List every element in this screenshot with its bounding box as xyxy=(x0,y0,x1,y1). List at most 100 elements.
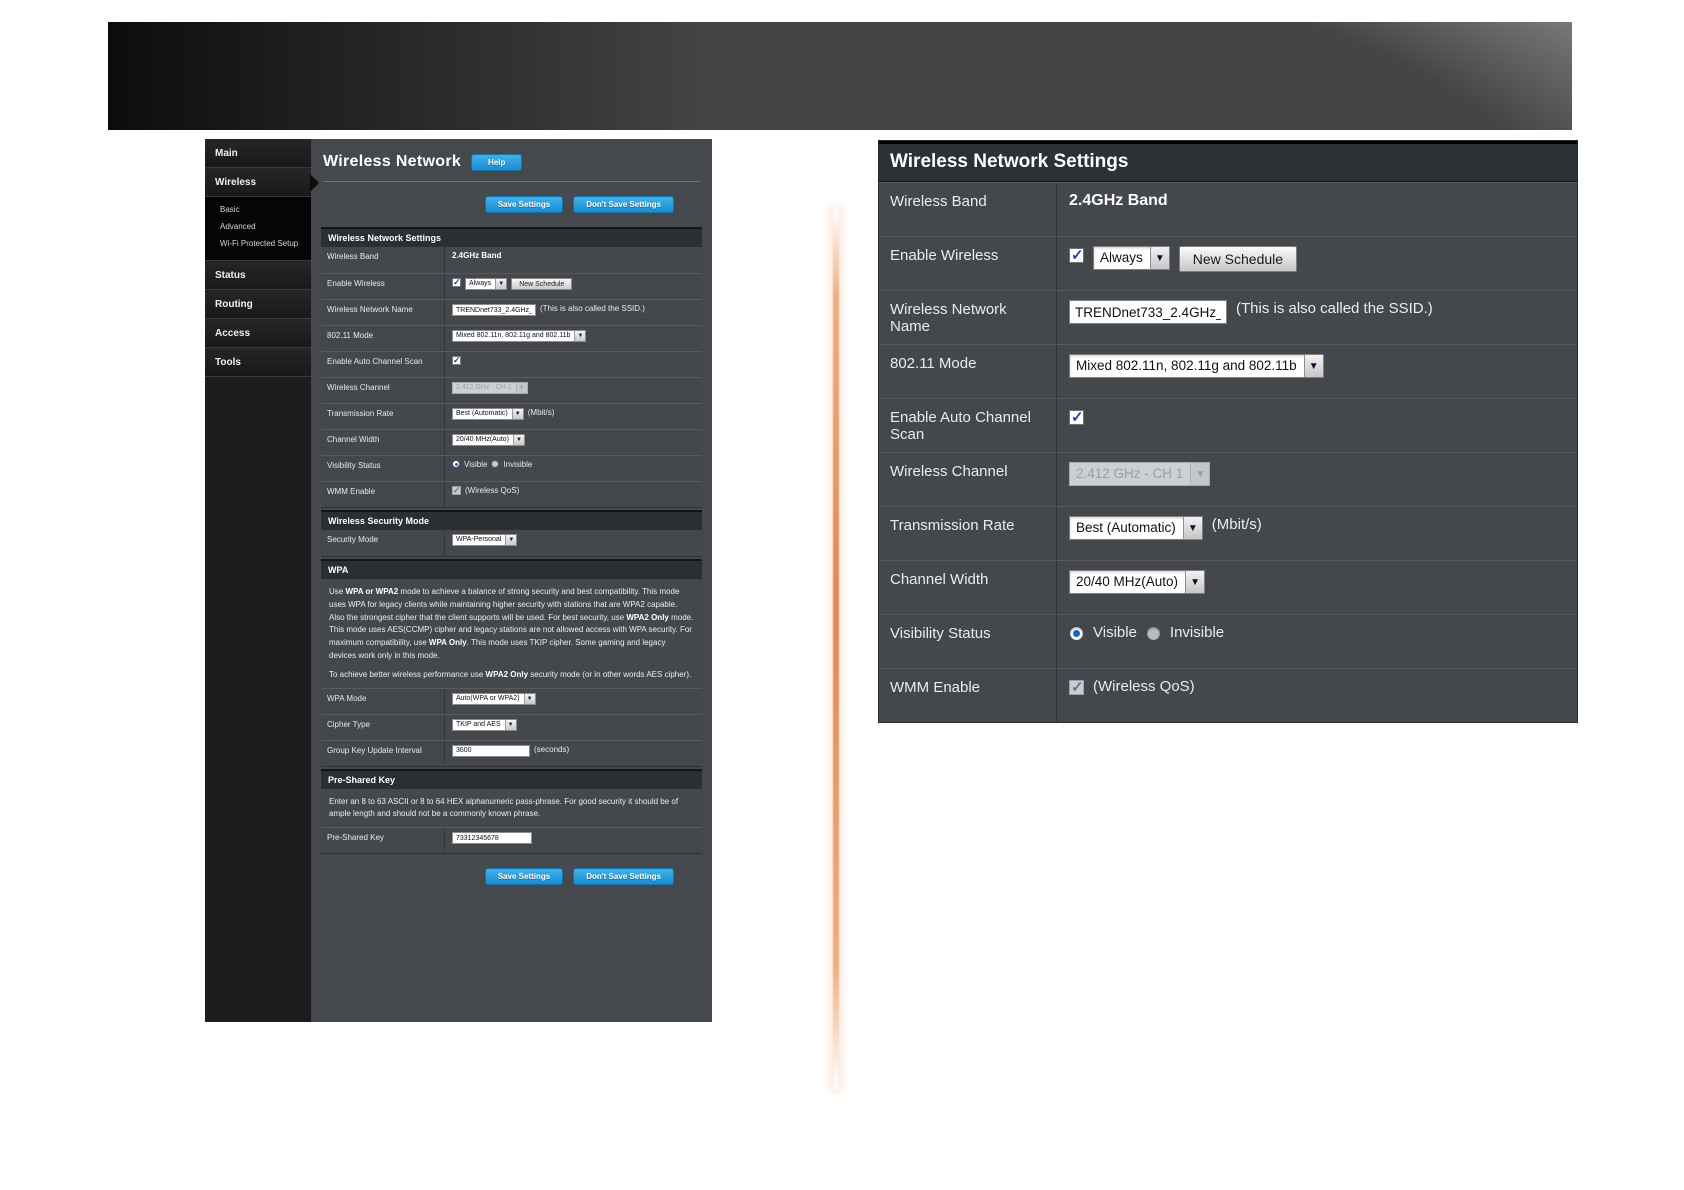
security-mode-row: Security Mode WPA-Personal ▼ xyxy=(321,530,702,556)
80211-mode-dropdown[interactable]: Mixed 802.11n, 802.11g and 802.11b ▼ xyxy=(452,330,587,342)
wireless-channel-dropdown: 2.412 GHz - CH 1 ▼ xyxy=(1069,462,1211,486)
sidebar-item-wifi-protected-setup[interactable]: Wi-Fi Protected Setup xyxy=(205,235,311,252)
group-key-unit: (seconds) xyxy=(534,744,570,754)
transmission-rate-dropdown[interactable]: Best (Automatic) ▼ xyxy=(1069,516,1203,540)
dont-save-settings-button-top[interactable]: Don't Save Settings xyxy=(573,196,674,213)
sidebar-item-status[interactable]: Status xyxy=(205,261,311,290)
wpa-mode-row: WPA Mode Auto(WPA or WPA2) ▼ xyxy=(321,687,702,714)
enable-wireless-checkbox[interactable] xyxy=(452,277,461,288)
wmm-enable-checkbox[interactable] xyxy=(452,485,461,496)
dropdown-arrow-icon: ▼ xyxy=(512,435,524,445)
ssid-input[interactable] xyxy=(1069,300,1227,324)
sidebar: Main Wireless Basic Advanced Wi-Fi Prote… xyxy=(205,139,319,1022)
group-key-row: Group Key Update Interval (seconds) xyxy=(321,739,702,766)
wireless-band-value: 2.4GHz Band xyxy=(1069,192,1168,209)
visibility-status-row: Visibility Status Visible Invisible xyxy=(321,455,702,481)
zoom-panel-header: Wireless Network Settings xyxy=(879,141,1577,182)
section-header-psk: Pre-Shared Key xyxy=(321,768,702,789)
new-schedule-button[interactable]: New Schedule xyxy=(1178,246,1298,272)
brand-banner xyxy=(108,22,1572,130)
wireless-channel-row: Wireless Channel 2.412 GHz - CH 1 ▼ xyxy=(879,452,1577,506)
dont-save-settings-button-bottom[interactable]: Don't Save Settings xyxy=(573,868,674,886)
auto-channel-scan-row: Enable Auto Channel Scan xyxy=(321,351,702,377)
page: Main Wireless Basic Advanced Wi-Fi Prote… xyxy=(0,0,1684,1190)
wmm-enable-checkbox[interactable] xyxy=(1069,678,1084,696)
wmm-enable-row: WMM Enable (Wireless QoS) xyxy=(321,481,702,507)
dropdown-arrow-icon: ▼ xyxy=(1190,463,1210,485)
visible-radio[interactable] xyxy=(452,460,460,468)
transmission-rate-row: Transmission Rate Best (Automatic) ▼ (Mb… xyxy=(879,506,1577,560)
section-header-network-settings: Wireless Network Settings xyxy=(321,227,702,247)
sidebar-item-basic[interactable]: Basic xyxy=(205,201,311,218)
sidebar-item-tools[interactable]: Tools xyxy=(205,348,311,377)
psk-description: Enter an 8 to 63 ASCII or 8 to 64 HEX al… xyxy=(329,796,679,819)
rate-unit: (Mbit/s) xyxy=(1211,516,1262,533)
psk-input[interactable] xyxy=(452,832,532,845)
wmm-note: (Wireless QoS) xyxy=(1093,678,1195,695)
save-settings-button-bottom[interactable]: Save Settings xyxy=(484,868,564,886)
group-key-input[interactable] xyxy=(452,744,530,757)
sidebar-item-wireless[interactable]: Wireless xyxy=(205,168,319,197)
ssid-input[interactable] xyxy=(452,304,536,316)
enable-wireless-row: Enable Wireless Always ▼ New Schedule xyxy=(321,273,702,299)
cipher-type-row: Cipher Type TKIP and AES ▼ xyxy=(321,713,702,740)
dropdown-arrow-icon: ▼ xyxy=(523,693,535,704)
dropdown-arrow-icon: ▼ xyxy=(1149,247,1169,269)
new-schedule-button[interactable]: New Schedule xyxy=(511,278,573,290)
visibility-status-row: Visibility Status Visible Invisible xyxy=(879,614,1577,668)
psk-row: Pre-Shared Key xyxy=(321,827,702,854)
network-name-row: Wireless Network Name (This is also call… xyxy=(321,299,702,325)
schedule-dropdown[interactable]: Always ▼ xyxy=(1093,246,1170,270)
80211-mode-row: 802.11 Mode Mixed 802.11n, 802.11g and 8… xyxy=(321,325,702,351)
wireless-channel-row: Wireless Channel 2.412 GHz - CH 1 ▼ xyxy=(321,377,702,403)
sidebar-item-advanced[interactable]: Advanced xyxy=(205,218,311,235)
title-divider xyxy=(323,181,700,182)
channel-width-dropdown[interactable]: 20/40 MHz(Auto) ▼ xyxy=(452,434,525,446)
dropdown-arrow-icon: ▼ xyxy=(574,331,586,341)
wmm-enable-row: WMM Enable (Wireless QoS) xyxy=(879,668,1577,722)
sidebar-item-main[interactable]: Main xyxy=(205,139,311,168)
wireless-band-value: 2.4GHz Band xyxy=(452,251,502,260)
psk-table: Enter an 8 to 63 ASCII or 8 to 64 HEX al… xyxy=(321,788,702,855)
sidebar-item-routing[interactable]: Routing xyxy=(205,290,311,319)
auto-channel-scan-checkbox[interactable] xyxy=(452,355,461,366)
wpa-performance-note: To achieve better wireless performance u… xyxy=(329,669,692,679)
security-mode-table: Security Mode WPA-Personal ▼ xyxy=(321,530,702,557)
channel-width-row: Channel Width 20/40 MHz(Auto) ▼ xyxy=(879,560,1577,614)
zoomed-settings-panel: Wireless Network Settings Wireless Band … xyxy=(878,140,1578,723)
wpa-table: Use WPA or WPA2 mode to achieve a balanc… xyxy=(321,579,702,767)
sidebar-wireless-submenu: Basic Advanced Wi-Fi Protected Setup xyxy=(205,197,311,261)
wmm-note: (Wireless QoS) xyxy=(465,486,520,495)
page-title: Wireless Network xyxy=(323,153,462,170)
wpa-description: Use WPA or WPA2 mode to achieve a balanc… xyxy=(329,587,694,660)
80211-mode-row: 802.11 Mode Mixed 802.11n, 802.11g and 8… xyxy=(879,344,1577,398)
enable-wireless-checkbox[interactable] xyxy=(1069,246,1084,264)
help-button[interactable]: Help xyxy=(471,153,523,171)
dropdown-arrow-icon: ▼ xyxy=(505,535,517,545)
transmission-rate-dropdown[interactable]: Best (Automatic) ▼ xyxy=(452,408,524,420)
enable-wireless-row: Enable Wireless Always ▼ New Schedule xyxy=(879,236,1577,290)
invisible-radio[interactable] xyxy=(1145,626,1161,641)
sidebar-item-access[interactable]: Access xyxy=(205,319,311,348)
80211-mode-dropdown[interactable]: Mixed 802.11n, 802.11g and 802.11b ▼ xyxy=(1069,354,1324,378)
dropdown-arrow-icon: ▼ xyxy=(511,409,523,419)
wireless-channel-dropdown: 2.412 GHz - CH 1 ▼ xyxy=(452,382,528,394)
wpa-mode-dropdown[interactable]: Auto(WPA or WPA2) ▼ xyxy=(452,692,536,705)
router-admin-window: Main Wireless Basic Advanced Wi-Fi Prote… xyxy=(205,139,712,1022)
auto-channel-scan-row: Enable Auto Channel Scan xyxy=(879,398,1577,452)
channel-width-dropdown[interactable]: 20/40 MHz(Auto) ▼ xyxy=(1069,570,1206,594)
transmission-rate-row: Transmission Rate Best (Automatic) ▼ (Mb… xyxy=(321,403,702,429)
save-settings-button-top[interactable]: Save Settings xyxy=(484,196,564,213)
visible-radio[interactable] xyxy=(1069,626,1084,641)
security-mode-dropdown[interactable]: WPA-Personal ▼ xyxy=(452,534,518,546)
section-header-security-mode: Wireless Security Mode xyxy=(321,510,702,530)
page-fold-divider xyxy=(833,208,839,1090)
ssid-note: (This is also called the SSID.) xyxy=(1236,300,1433,317)
wireless-band-row: Wireless Band 2.4GHz Band xyxy=(321,247,702,273)
dropdown-arrow-icon: ▼ xyxy=(1185,571,1205,593)
schedule-dropdown[interactable]: Always ▼ xyxy=(465,278,508,290)
network-settings-table: Wireless Band 2.4GHz Band Enable Wireles… xyxy=(321,247,702,508)
cipher-type-dropdown[interactable]: TKIP and AES ▼ xyxy=(452,718,517,731)
auto-channel-scan-checkbox[interactable] xyxy=(1069,408,1084,426)
invisible-radio[interactable] xyxy=(491,460,500,468)
